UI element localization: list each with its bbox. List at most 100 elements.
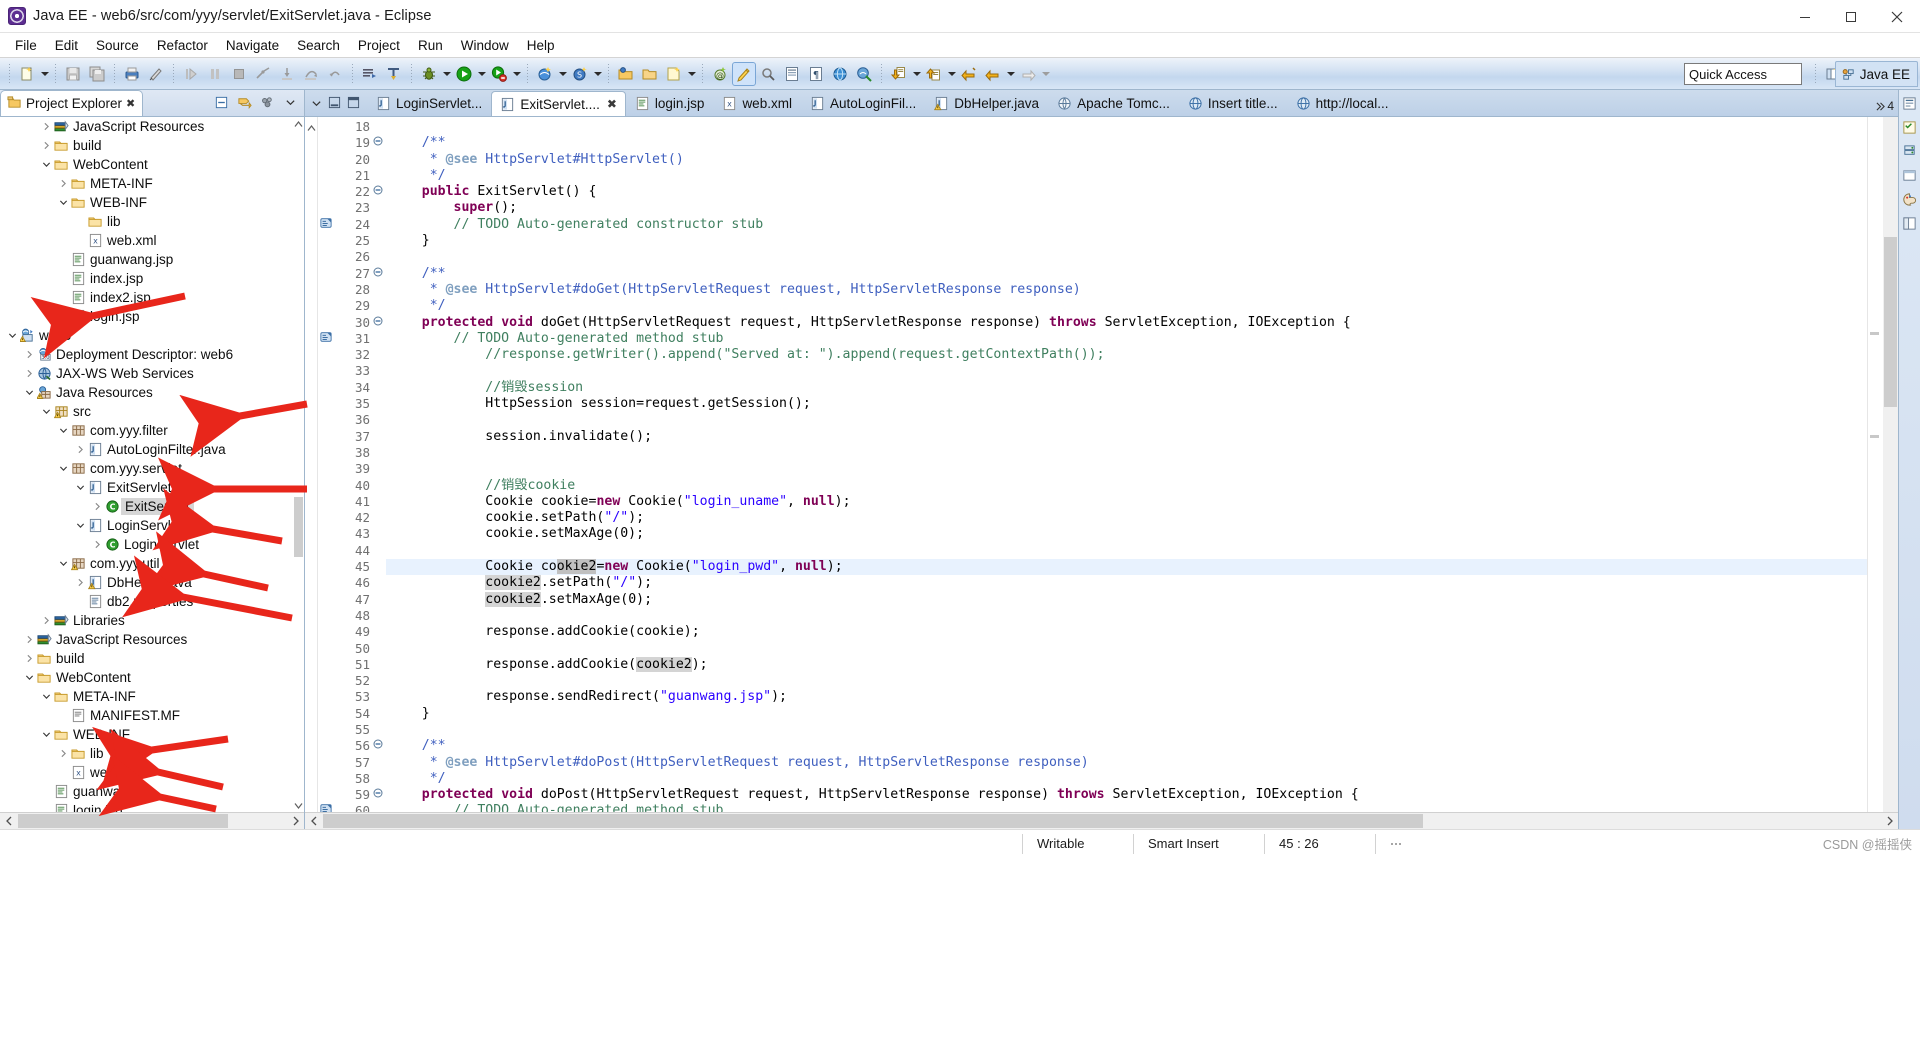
code-line[interactable]: [386, 543, 1867, 559]
tree-item-src[interactable]: src: [0, 402, 304, 421]
tree-item-build[interactable]: build: [0, 136, 304, 155]
tree-item-javascript-resources[interactable]: JavaScript Resources: [0, 630, 304, 649]
editor-minimize-icon[interactable]: [328, 96, 341, 112]
code-line[interactable]: // TODO Auto-generated constructor stub: [386, 217, 1867, 233]
chevron-down-icon[interactable]: [281, 93, 300, 112]
step-return-icon[interactable]: [324, 63, 346, 85]
tree-item-autologinfilter-java[interactable]: AutoLoginFilter.java: [0, 440, 304, 459]
fold-collapse-icon[interactable]: [373, 182, 386, 198]
fold-collapse-icon[interactable]: [373, 133, 386, 149]
tree-item-lib[interactable]: lib: [0, 212, 304, 231]
web-browser-icon[interactable]: [829, 63, 851, 85]
previous-annotation-dropdown-icon[interactable]: [946, 63, 957, 85]
code-line[interactable]: session.invalidate();: [386, 429, 1867, 445]
menu-help[interactable]: Help: [518, 36, 564, 55]
suspend-icon[interactable]: [204, 63, 226, 85]
chevron-right-icon[interactable]: [23, 649, 36, 668]
editor-view-menu-icon[interactable]: [311, 97, 322, 112]
editor-scroll-left-arrow[interactable]: [305, 813, 322, 829]
view-menu-icon[interactable]: [258, 93, 277, 112]
tree-item-meta-inf[interactable]: META-INF: [0, 174, 304, 193]
chevron-right-icon[interactable]: [57, 174, 70, 193]
code-line[interactable]: cookie.setPath("/");: [386, 510, 1867, 526]
code-line[interactable]: // TODO Auto-generated method stub: [386, 803, 1867, 812]
forward-icon[interactable]: [1017, 63, 1039, 85]
code-line[interactable]: response.addCookie(cookie);: [386, 624, 1867, 640]
code-line[interactable]: }: [386, 233, 1867, 249]
tree-vertical-scrollbar[interactable]: [294, 497, 303, 557]
snippets-view-icon[interactable]: [1901, 166, 1919, 184]
run-icon[interactable]: [453, 63, 475, 85]
tree-item-webcontent[interactable]: WebContent: [0, 155, 304, 174]
quick-access-input[interactable]: Quick Access: [1684, 63, 1802, 85]
code-line[interactable]: cookie2.setPath("/");: [386, 575, 1867, 591]
tree-item-login-jsp[interactable]: login.jsp: [0, 801, 304, 812]
menu-file[interactable]: File: [6, 36, 46, 55]
code-line[interactable]: [386, 641, 1867, 657]
chevron-right-icon[interactable]: [74, 440, 87, 459]
chevron-right-icon[interactable]: [23, 364, 36, 383]
tree-item-index-jsp[interactable]: index.jsp: [0, 269, 304, 288]
tree-item-com-yyy-servlet[interactable]: com.yyy.servlet: [0, 459, 304, 478]
chevron-down-icon[interactable]: [40, 402, 53, 421]
tree-item-login-jsp[interactable]: login.jsp: [0, 307, 304, 326]
code-line[interactable]: [386, 119, 1867, 135]
code-line[interactable]: response.sendRedirect("guanwang.jsp");: [386, 689, 1867, 705]
tree-item-dbhelper-java[interactable]: DbHelper.java: [0, 573, 304, 592]
editor-scroll-up-rail[interactable]: [305, 117, 318, 812]
code-line[interactable]: [386, 363, 1867, 379]
chevron-down-icon[interactable]: [23, 383, 36, 402]
tree-item-web-inf[interactable]: WEB-INF: [0, 193, 304, 212]
code-line[interactable]: [386, 412, 1867, 428]
properties-view-icon[interactable]: [1901, 214, 1919, 232]
run-server-dropdown-icon[interactable]: [511, 63, 522, 85]
fold-collapse-icon[interactable]: [373, 785, 386, 801]
menu-navigate[interactable]: Navigate: [217, 36, 288, 55]
chevron-down-icon[interactable]: [74, 516, 87, 535]
chevron-down-icon[interactable]: [57, 421, 70, 440]
search-icon[interactable]: [757, 63, 779, 85]
editor-scroll-right-arrow[interactable]: [1881, 813, 1898, 829]
project-explorer-tree[interactable]: JavaScript Resources build WebContent META-…: [0, 116, 304, 812]
debug-dropdown-icon[interactable]: [441, 63, 452, 85]
chevron-down-icon[interactable]: [57, 459, 70, 478]
project-explorer-tab[interactable]: Project Explorer ✖: [0, 90, 144, 116]
menu-source[interactable]: Source: [87, 36, 148, 55]
resume-icon[interactable]: [180, 63, 202, 85]
link-with-editor-icon[interactable]: [235, 93, 254, 112]
run-dropdown-icon[interactable]: [476, 63, 487, 85]
editor-tab-loginservlet[interactable]: LoginServlet...: [367, 91, 491, 116]
skip-breakpoints-icon[interactable]: [383, 63, 405, 85]
editor-marker-bar[interactable]: [318, 117, 333, 815]
chevron-down-icon[interactable]: [40, 725, 53, 744]
chevron-down-icon[interactable]: [57, 554, 70, 573]
tree-item-javascript-resources[interactable]: JavaScript Resources: [0, 117, 304, 136]
editor-tab-web-xml[interactable]: x web.xml: [713, 91, 801, 116]
editor-folding-ruler[interactable]: [373, 117, 386, 812]
editor-tab-insert-title[interactable]: Insert title...: [1179, 91, 1287, 116]
tree-item-meta-inf[interactable]: META-INF: [0, 687, 304, 706]
chevron-right-icon[interactable]: [57, 744, 70, 763]
chevron-down-icon[interactable]: [6, 326, 19, 345]
tree-item-exitservlet[interactable]: C ExitServlet: [0, 497, 304, 516]
tree-item-jax-ws-web-services[interactable]: JAX-WS Web Services: [0, 364, 304, 383]
code-line[interactable]: * @see HttpServlet#HttpServlet(): [386, 152, 1867, 168]
terminate-icon[interactable]: [228, 63, 250, 85]
toggle-breadcrumb-icon[interactable]: [781, 63, 803, 85]
code-line[interactable]: }: [386, 706, 1867, 722]
tree-item-lib[interactable]: lib: [0, 744, 304, 763]
editor-tab-exitservlet[interactable]: ExitServlet.... ✖: [491, 91, 626, 116]
editor-vertical-scrollbar[interactable]: [1883, 117, 1898, 812]
menu-search[interactable]: Search: [288, 36, 349, 55]
tree-hscroll-thumb[interactable]: [18, 814, 228, 828]
code-line[interactable]: * @see HttpServlet#doPost(HttpServletReq…: [386, 755, 1867, 771]
chevron-right-icon[interactable]: [23, 630, 36, 649]
code-line[interactable]: super();: [386, 200, 1867, 216]
new-java-project-icon[interactable]: [615, 63, 637, 85]
chevron-right-icon[interactable]: [40, 611, 53, 630]
profile-icon[interactable]: [534, 63, 556, 85]
editor-more-tabs-indicator[interactable]: 4: [1876, 99, 1894, 113]
tree-item-exitservlet-java[interactable]: ExitServlet.java: [0, 478, 304, 497]
code-line[interactable]: cookie2.setMaxAge(0);: [386, 591, 1867, 608]
tree-item-guanwang-jsp[interactable]: guanwang.jsp: [0, 782, 304, 801]
